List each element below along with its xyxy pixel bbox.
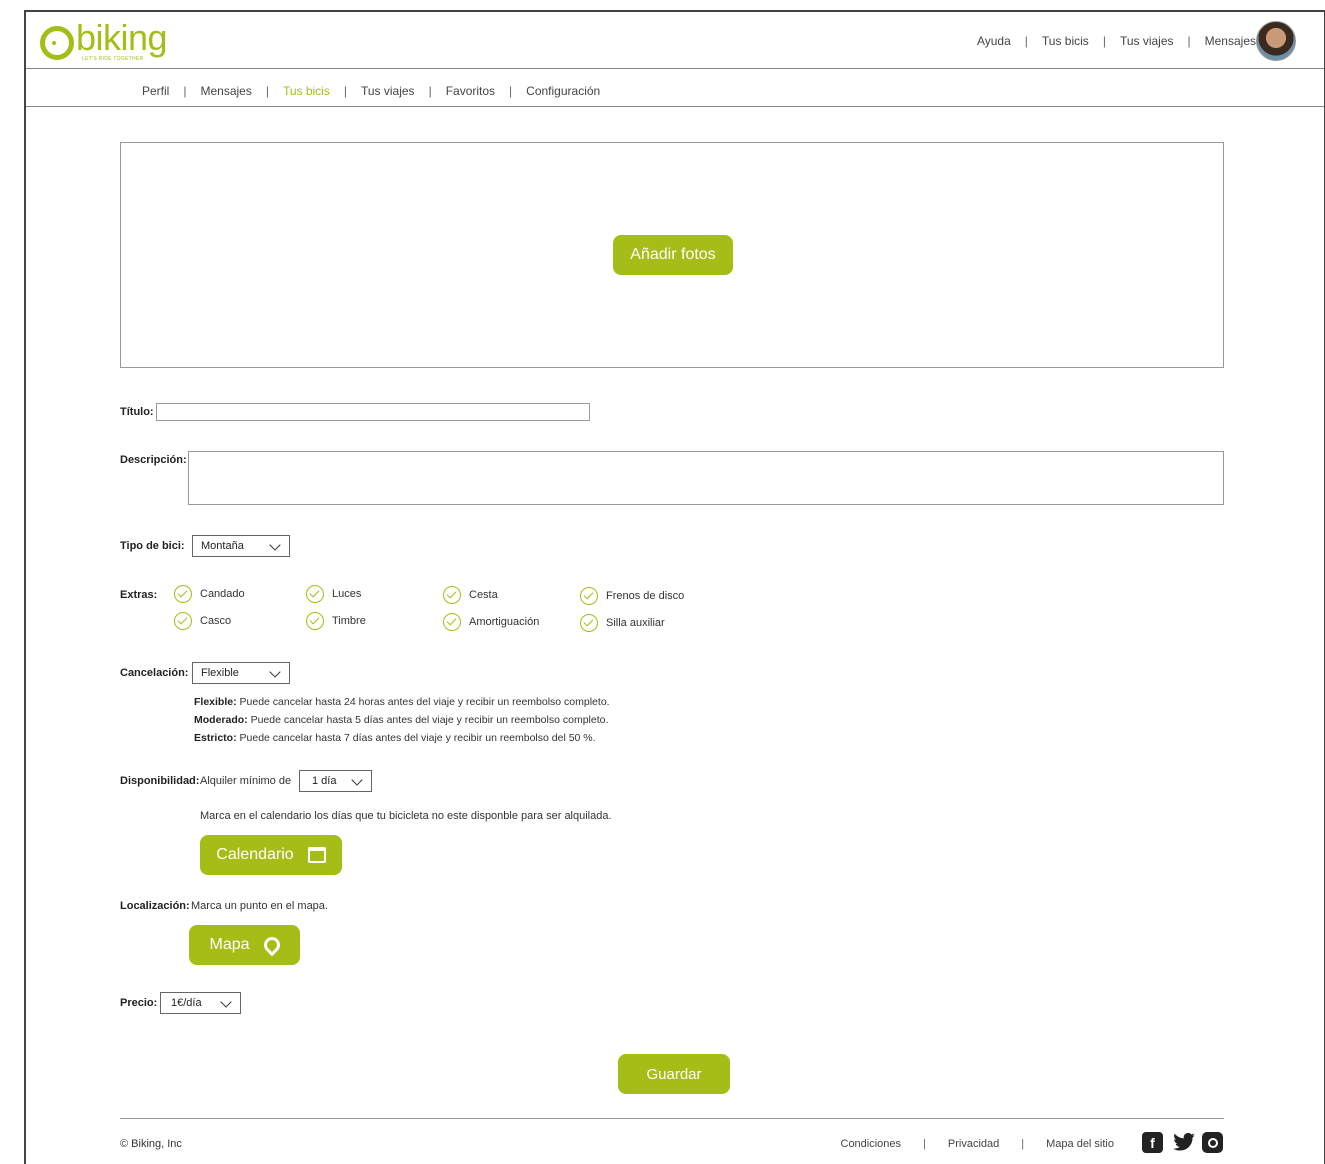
precio-label: Precio: <box>120 997 158 1009</box>
tipo-bici-select[interactable]: Montaña <box>192 535 290 557</box>
descripcion-label: Descripción: <box>120 454 187 466</box>
tipo-bici-label: Tipo de bici: <box>120 540 185 552</box>
disponibilidad-label: Disponibilidad: <box>120 775 200 787</box>
extra-cesta[interactable]: Cesta <box>443 586 498 604</box>
tipo-bici-value: Montaña <box>201 540 244 552</box>
topnav-tus-viajes[interactable]: Tus viajes <box>1120 34 1174 48</box>
extra-timbre[interactable]: Timbre <box>306 612 366 630</box>
avatar[interactable] <box>1256 21 1296 61</box>
subnav-perfil[interactable]: Perfil <box>142 84 169 98</box>
extra-silla-auxiliar[interactable]: Silla auxiliar <box>580 614 665 632</box>
photo-dropzone[interactable]: Añadir fotos <box>120 142 1224 368</box>
chevron-down-icon <box>351 774 363 786</box>
chevron-down-icon <box>220 996 232 1008</box>
localizacion-text: Marca un punto en el mapa. <box>191 900 328 912</box>
check-circle-icon <box>443 613 461 631</box>
titulo-input[interactable] <box>156 403 590 421</box>
map-button-label: Mapa <box>209 936 250 953</box>
subnav-configuracion[interactable]: Configuración <box>526 84 600 98</box>
alquiler-minimo-value: 1 día <box>312 775 337 787</box>
save-button[interactable]: Guardar <box>618 1054 730 1094</box>
footer-links: Condiciones | Privacidad | Mapa del siti… <box>840 1138 1115 1150</box>
topnav-ayuda[interactable]: Ayuda <box>977 34 1011 48</box>
logo-text: biking <box>76 17 168 58</box>
cancelacion-value: Flexible <box>201 667 239 679</box>
subnav-tus-bicis[interactable]: Tus bicis <box>283 84 330 98</box>
check-circle-icon <box>306 585 324 603</box>
descripcion-textarea[interactable] <box>188 451 1224 505</box>
footer-link-privacidad[interactable]: Privacidad <box>948 1138 999 1150</box>
calendar-button-label: Calendario <box>216 846 294 863</box>
calendar-hint: Marca en el calendario los días que tu b… <box>200 810 612 822</box>
add-photos-button[interactable]: Añadir fotos <box>613 235 733 275</box>
subnav-divider <box>26 106 1324 107</box>
sub-nav: Perfil | Mensajes | Tus bicis | Tus viaj… <box>142 84 601 98</box>
cancelacion-label: Cancelación: <box>120 667 189 679</box>
footer-divider <box>120 1118 1224 1119</box>
extra-candado[interactable]: Candado <box>174 585 245 603</box>
check-circle-icon <box>580 587 598 605</box>
calendar-button[interactable]: Calendario <box>200 835 342 875</box>
precio-select[interactable]: 1€/día <box>160 992 241 1014</box>
facebook-icon[interactable]: f <box>1142 1132 1163 1153</box>
extras-label: Extras: <box>120 589 158 601</box>
map-pin-icon <box>260 933 283 957</box>
subnav-tus-viajes[interactable]: Tus viajes <box>361 84 415 98</box>
page-frame: biking LET'S RIDE TOGETHER Ayuda | Tus b… <box>24 10 1325 1164</box>
extra-casco[interactable]: Casco <box>174 612 231 630</box>
policy-estricto: Estricto: Puede cancelar hasta 7 días an… <box>194 732 596 744</box>
extra-frenos-de-disco[interactable]: Frenos de disco <box>580 587 684 605</box>
alquiler-minimo-select[interactable]: 1 día <box>299 770 372 792</box>
extra-amortiguacion[interactable]: Amortiguación <box>443 613 539 631</box>
alquiler-minimo-text: Alquiler mínimo de <box>200 775 292 787</box>
cancelacion-select[interactable]: Flexible <box>192 662 290 684</box>
calendar-icon <box>307 847 326 863</box>
precio-value: 1€/día <box>171 997 202 1009</box>
topnav-tus-bicis[interactable]: Tus bicis <box>1042 34 1089 48</box>
chevron-down-icon <box>269 666 281 678</box>
twitter-icon[interactable] <box>1172 1132 1196 1152</box>
check-circle-icon <box>174 612 192 630</box>
titulo-label: Título: <box>120 406 154 418</box>
check-circle-icon <box>306 612 324 630</box>
top-nav: Ayuda | Tus bicis | Tus viajes | Mensaje… <box>976 34 1256 48</box>
logo[interactable]: biking LET'S RIDE TOGETHER <box>40 17 168 62</box>
check-circle-icon <box>443 586 461 604</box>
header-divider <box>26 68 1324 69</box>
subnav-favoritos[interactable]: Favoritos <box>446 84 495 98</box>
logo-tagline: LET'S RIDE TOGETHER <box>82 56 144 62</box>
check-circle-icon <box>580 614 598 632</box>
extra-luces[interactable]: Luces <box>306 585 361 603</box>
logo-icon <box>40 26 74 60</box>
footer-link-mapa-del-sitio[interactable]: Mapa del sitio <box>1046 1138 1114 1150</box>
instagram-icon[interactable] <box>1202 1132 1223 1153</box>
check-circle-icon <box>174 585 192 603</box>
copyright: © Biking, Inc <box>120 1138 182 1150</box>
localizacion-label: Localización: <box>120 900 190 912</box>
policy-flexible: Flexible: Puede cancelar hasta 24 horas … <box>194 696 610 708</box>
topnav-mensajes[interactable]: Mensajes <box>1205 34 1256 48</box>
map-button[interactable]: Mapa <box>189 925 300 965</box>
policy-moderado: Moderado: Puede cancelar hasta 5 días an… <box>194 714 609 726</box>
footer-link-condiciones[interactable]: Condiciones <box>841 1138 902 1150</box>
chevron-down-icon <box>269 539 281 551</box>
subnav-mensajes[interactable]: Mensajes <box>200 84 251 98</box>
